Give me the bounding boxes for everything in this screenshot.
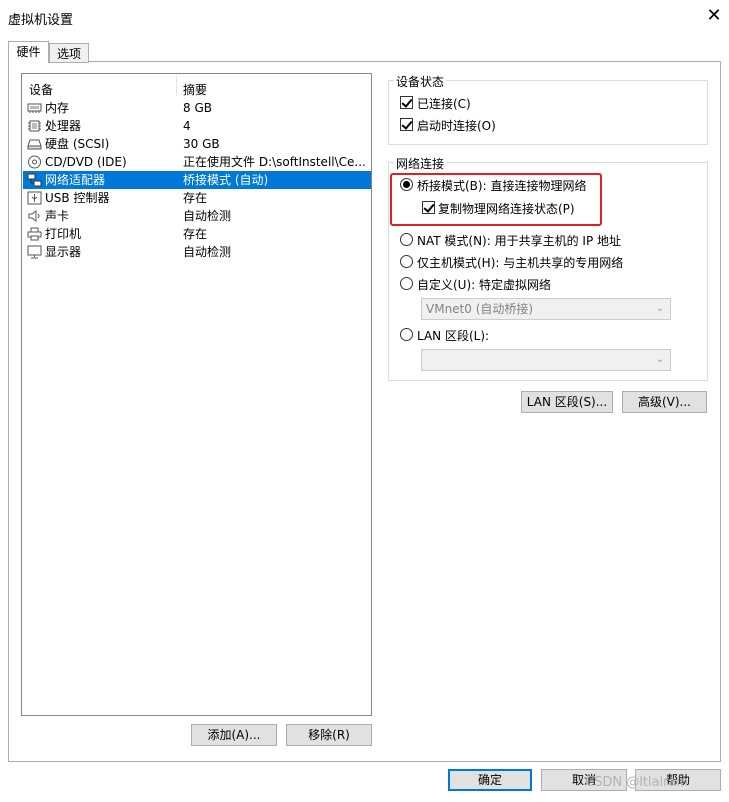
usb-icon (27, 191, 42, 205)
host-only-radio[interactable] (400, 255, 413, 268)
device-summary: 30 GB (183, 137, 220, 151)
printer-icon (27, 227, 42, 241)
device-summary: 自动检测 (183, 245, 232, 259)
ok-button[interactable]: 确定 (448, 769, 532, 791)
connect-at-power-on-label[interactable]: 启动时连接(O) (417, 117, 496, 134)
device-summary: 存在 (183, 227, 208, 241)
device-summary: 正在使用文件 D:\softInstell\Ce... (183, 155, 366, 169)
add-device-button[interactable]: 添加(A)... (191, 724, 277, 746)
lan-segments-button[interactable]: LAN 区段(S)... (521, 391, 613, 413)
column-header-device[interactable]: 设备 (29, 81, 53, 98)
connect-at-power-on-checkbox[interactable] (400, 118, 413, 131)
device-name: 打印机 (45, 227, 82, 241)
sound-card-icon (27, 209, 42, 223)
device-summary: 桥接模式 (自动) (183, 173, 269, 187)
vmnet-select-value: VMnet0 (自动桥接) (426, 302, 534, 316)
device-summary: 8 GB (183, 101, 212, 115)
device-row-usb[interactable]: USB 控制器 存在 (23, 189, 371, 207)
connected-checkbox[interactable] (400, 96, 413, 109)
device-status-title: 设备状态 (394, 73, 447, 90)
hard-disk-icon (27, 137, 42, 151)
device-row-printer[interactable]: 打印机 存在 (23, 225, 371, 243)
column-header-summary[interactable]: 摘要 (183, 81, 207, 98)
advanced-button[interactable]: 高级(V)... (622, 391, 707, 413)
watermark: CSDN @ltlalrain (585, 775, 689, 790)
device-row-cd-dvd[interactable]: CD/DVD (IDE) 正在使用文件 D:\softInstell\Ce... (23, 153, 371, 171)
column-divider (176, 75, 177, 96)
cd-dvd-icon (27, 155, 42, 169)
tab-hardware[interactable]: 硬件 (8, 41, 49, 63)
device-row-processor[interactable]: 处理器 4 (23, 117, 371, 135)
close-icon[interactable]: ✕ (704, 6, 724, 26)
device-row-display[interactable]: 显示器 自动检测 (23, 243, 371, 261)
device-row-sound-card[interactable]: 声卡 自动检测 (23, 207, 371, 225)
display-icon (27, 245, 42, 259)
lan-segment-radio[interactable] (400, 328, 413, 341)
lan-segment-label[interactable]: LAN 区段(L): (417, 327, 489, 344)
window-title: 虚拟机设置 (8, 13, 74, 28)
nat-radio[interactable] (400, 233, 413, 246)
device-name: 硬盘 (SCSI) (45, 137, 110, 151)
device-name: 网络适配器 (45, 173, 106, 187)
device-row-hard-disk[interactable]: 硬盘 (SCSI) 30 GB (23, 135, 371, 153)
device-summary: 自动检测 (183, 209, 232, 223)
memory-icon (27, 101, 42, 115)
device-name: 显示器 (45, 245, 82, 259)
device-row-network-adapter[interactable]: 网络适配器 桥接模式 (自动) (23, 171, 371, 189)
device-name: CD/DVD (IDE) (45, 155, 127, 169)
custom-radio[interactable] (400, 277, 413, 290)
device-name: USB 控制器 (45, 191, 110, 205)
remove-device-button[interactable]: 移除(R) (286, 724, 372, 746)
highlight-annotation (390, 173, 602, 226)
processor-icon (27, 119, 42, 133)
device-row-memory[interactable]: 内存 8 GB (23, 99, 371, 117)
chevron-down-icon: ⌄ (655, 354, 665, 365)
network-connection-title: 网络连接 (394, 155, 447, 172)
nat-label[interactable]: NAT 模式(N): 用于共享主机的 IP 地址 (417, 232, 621, 249)
device-name: 声卡 (45, 209, 70, 223)
vmnet-select[interactable]: VMnet0 (自动桥接) ⌄ (421, 298, 671, 320)
device-summary: 存在 (183, 191, 208, 205)
connected-label[interactable]: 已连接(C) (417, 95, 471, 112)
network-adapter-icon (27, 173, 42, 187)
device-name: 内存 (45, 101, 70, 115)
chevron-down-icon: ⌄ (655, 303, 665, 314)
tab-options[interactable]: 选项 (49, 43, 89, 63)
custom-label[interactable]: 自定义(U): 特定虚拟网络 (417, 276, 551, 293)
device-name: 处理器 (45, 119, 82, 133)
lan-segment-select[interactable]: ⌄ (421, 349, 671, 371)
host-only-label[interactable]: 仅主机模式(H): 与主机共享的专用网络 (417, 254, 623, 271)
device-summary: 4 (183, 119, 191, 133)
